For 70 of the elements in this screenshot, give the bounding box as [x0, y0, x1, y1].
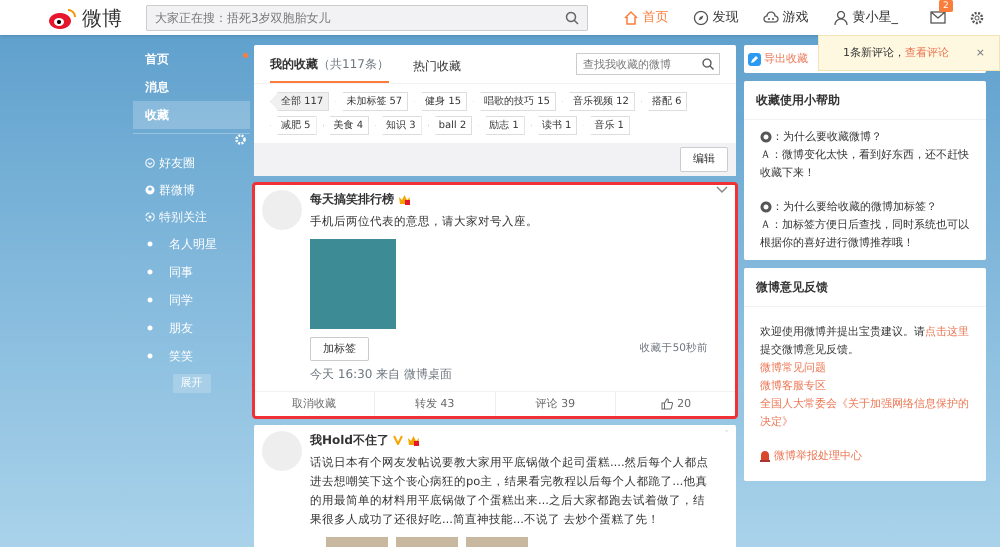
action-button[interactable]: 20: [615, 392, 736, 416]
tag[interactable]: 美食 4: [322, 116, 370, 135]
help-link[interactable]: 全国人大常委会《关于加强网络信息保护的决定》: [760, 395, 970, 431]
tag[interactable]: 未加标签 57: [335, 92, 408, 111]
tab[interactable]: 我的收藏（共117条）: [270, 55, 389, 83]
tag[interactable]: 搭配 6: [640, 92, 688, 111]
search-icon: [565, 10, 579, 24]
search-field[interactable]: 大家正在搜：捂死3岁双胞胎女儿: [146, 4, 588, 30]
unread-count-badge: 2: [939, 0, 953, 12]
tag[interactable]: 减肥 5: [270, 116, 317, 135]
tag[interactable]: 读书 1: [530, 116, 578, 135]
thumbs-up-icon: [661, 398, 674, 410]
nav-tab[interactable]: 发现: [692, 8, 738, 28]
logo-text: 微博: [82, 4, 122, 32]
author-name[interactable]: 我Hold不住了: [310, 430, 389, 448]
tag[interactable]: 唱歌的技巧 15: [473, 92, 556, 111]
nav-tab[interactable]: 黄小星_: [832, 8, 898, 28]
cloud-gamepad-icon: [762, 10, 778, 26]
settings-icon: [970, 10, 984, 24]
home-icon: [622, 10, 638, 26]
chevron-down-icon: [716, 186, 728, 194]
answer-text: Ａ：加标签方便日后查找，同时系统也可以根据你的喜好进行微博推荐哦！: [760, 217, 970, 251]
add-tag-button[interactable]: 加标签: [310, 336, 369, 361]
post-text: 话说日本有个网友发帖说要教大家用平底锅做个起司蛋糕....然后每个人都点进去想嘲笑下这个丧心病狂的po主，结果看完教程以后每个人都跪了...他真的用最简单的材料用平底锅做了个蛋糕出来...之后大家都跑去试着做了，结果很多人成功了还很好吃...简直神技能...不说了 去炒个蛋糕了先！: [310, 454, 710, 528]
compass-icon: [692, 10, 708, 26]
post-meta: 今天 16:30 来自 微博桌面: [310, 366, 454, 383]
user-icon: [832, 10, 848, 26]
saved-time: 收藏于50秒前: [640, 340, 708, 356]
action-button[interactable]: 转发 43: [374, 392, 494, 416]
action-button[interactable]: 评论 39: [494, 392, 616, 416]
tag[interactable]: 健身 15: [414, 92, 468, 111]
edit-button[interactable]: 编辑: [680, 147, 728, 172]
target-icon: [145, 212, 155, 222]
author-name[interactable]: 每天搞笑排行榜: [310, 190, 394, 208]
tag[interactable]: 音乐视频 12: [562, 92, 635, 111]
action-button[interactable]: 取消收藏: [254, 392, 374, 416]
image-placeholder[interactable]: [310, 238, 396, 328]
question-bubble-icon: [760, 201, 772, 213]
tag[interactable]: 全部 117: [270, 92, 330, 111]
search-icon: [702, 58, 714, 70]
envelope-icon: [930, 10, 946, 24]
card-title: 微博意见反馈: [744, 268, 986, 307]
search-field[interactable]: 查找我收藏的微博: [576, 53, 720, 75]
crown-icon: [398, 192, 411, 204]
tag[interactable]: 励志 1: [478, 116, 525, 135]
answer-text: Ａ：微博变化太快，看到好东西，还不赶快收藏下来！: [760, 147, 970, 181]
notification-text: 1条新评论，: [843, 44, 905, 61]
question-text: ：为什么要给收藏的微博加标签？: [772, 199, 937, 215]
tab[interactable]: 热门收藏: [412, 57, 461, 83]
nav-tab[interactable]: 游戏: [762, 8, 808, 28]
export-link[interactable]: 导出收藏: [764, 50, 808, 68]
tag[interactable]: ball 2: [428, 116, 472, 135]
feedback-link[interactable]: 点击这里: [925, 325, 969, 338]
question-bubble-icon: [760, 131, 772, 143]
help-link[interactable]: 微博常见问题: [760, 359, 970, 377]
tag[interactable]: 知识 3: [375, 116, 422, 135]
heart-circle-icon: [145, 158, 155, 168]
unread-dot: [243, 53, 248, 58]
card-title: 收藏使用小帮助: [744, 81, 986, 120]
close-button[interactable]: ×: [970, 44, 991, 62]
feedback-intro: 欢迎使用微博并提出宝贵建议。请点击这里 提交微博意见反馈。: [760, 324, 970, 358]
post-text: 手机后两位代表的意思，请大家对号入座。: [310, 212, 539, 230]
report-center-link[interactable]: 微博举报处理中心: [760, 447, 970, 465]
question-text: ：为什么要收藏微博？: [772, 129, 882, 145]
crown-icon: [407, 434, 420, 446]
pencil-note-icon: [748, 52, 761, 66]
alarm-light-icon: [760, 450, 770, 462]
tag[interactable]: 音乐 1: [583, 116, 630, 135]
help-link[interactable]: 微博客服专区: [760, 377, 970, 395]
person-circle-icon: [145, 184, 155, 194]
